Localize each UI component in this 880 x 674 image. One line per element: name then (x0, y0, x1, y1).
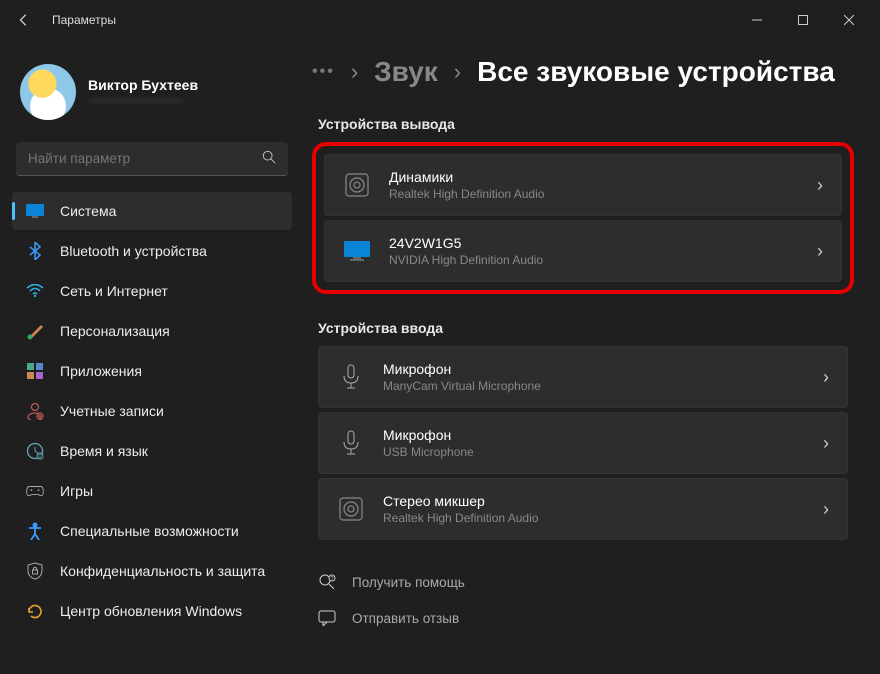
device-subtitle: Realtek High Definition Audio (383, 511, 805, 525)
nav-item-system[interactable]: Система (12, 192, 292, 230)
speaker-icon (343, 171, 371, 199)
update-icon (26, 602, 44, 620)
maximize-button[interactable] (780, 4, 826, 36)
feedback-link[interactable]: Отправить отзыв (318, 600, 848, 636)
nav-item-time[interactable]: 文 Время и язык (12, 432, 292, 470)
nav-label: Система (60, 203, 116, 219)
monitor-icon (343, 237, 371, 265)
chevron-right-icon: › (823, 433, 829, 454)
output-devices-highlight: Динамики Realtek High Definition Audio ›… (312, 142, 854, 294)
speaker-icon (337, 495, 365, 523)
chevron-right-icon: › (817, 241, 823, 262)
avatar (20, 64, 76, 120)
chevron-right-icon: › (817, 175, 823, 196)
chevron-right-icon: › (823, 367, 829, 388)
nav-item-bluetooth[interactable]: Bluetooth и устройства (12, 232, 292, 270)
nav-label: Специальные возможности (60, 523, 239, 539)
profile-block[interactable]: Виктор Бухтеев ———————— (8, 48, 296, 138)
input-section-label: Устройства ввода (318, 320, 848, 336)
gamepad-icon (26, 482, 44, 500)
nav-item-apps[interactable]: Приложения (12, 352, 292, 390)
nav-item-personalization[interactable]: Персонализация (12, 312, 292, 350)
device-subtitle: ManyCam Virtual Microphone (383, 379, 805, 393)
chevron-right-icon: › (454, 59, 461, 85)
breadcrumb-sound[interactable]: Звук (374, 56, 438, 88)
help-label: Получить помощь (352, 575, 465, 590)
nav-item-privacy[interactable]: Конфиденциальность и защита (12, 552, 292, 590)
accounts-icon (26, 402, 44, 420)
search-box[interactable] (16, 142, 288, 176)
device-title: Микрофон (383, 427, 805, 443)
minimize-button[interactable] (734, 4, 780, 36)
device-title: 24V2W1G5 (389, 235, 799, 251)
nav-label: Центр обновления Windows (60, 603, 242, 619)
nav-item-update[interactable]: Центр обновления Windows (12, 592, 292, 630)
clock-icon: 文 (26, 442, 44, 460)
search-icon (262, 150, 276, 167)
microphone-icon (337, 363, 365, 391)
profile-name: Виктор Бухтеев (88, 77, 198, 93)
device-subtitle: Realtek High Definition Audio (389, 187, 799, 201)
window-controls (734, 4, 872, 36)
nav-label: Учетные записи (60, 403, 164, 419)
input-device-stereo-mix[interactable]: Стерео микшер Realtek High Definition Au… (318, 478, 848, 540)
titlebar: Параметры (0, 0, 880, 40)
output-device-monitor[interactable]: 24V2W1G5 NVIDIA High Definition Audio › (324, 220, 842, 282)
nav-label: Игры (60, 483, 93, 499)
nav-list: Система Bluetooth и устройства Сеть и Ин… (8, 190, 296, 632)
shield-icon (26, 562, 44, 580)
close-button[interactable] (826, 4, 872, 36)
breadcrumb-current: Все звуковые устройства (477, 56, 835, 88)
feedback-icon (318, 609, 336, 627)
output-device-speakers[interactable]: Динамики Realtek High Definition Audio › (324, 154, 842, 216)
input-device-mic-manycam[interactable]: Микрофон ManyCam Virtual Microphone › (318, 346, 848, 408)
nav-label: Приложения (60, 363, 142, 379)
nav-label: Время и язык (60, 443, 148, 459)
device-title: Динамики (389, 169, 799, 185)
settings-window: Параметры Виктор Бухтеев ———————— (0, 0, 880, 674)
nav-item-gaming[interactable]: Игры (12, 472, 292, 510)
output-section-label: Устройства вывода (318, 116, 848, 132)
svg-text:?: ? (331, 576, 334, 582)
input-device-mic-usb[interactable]: Микрофон USB Microphone › (318, 412, 848, 474)
get-help-link[interactable]: ? Получить помощь (318, 564, 848, 600)
breadcrumb: ••• › Звук › Все звуковые устройства (312, 56, 854, 88)
nav-item-accessibility[interactable]: Специальные возможности (12, 512, 292, 550)
chevron-right-icon: › (351, 59, 358, 85)
help-icon: ? (318, 573, 336, 591)
device-subtitle: USB Microphone (383, 445, 805, 459)
nav-label: Bluetooth и устройства (60, 243, 207, 259)
feedback-label: Отправить отзыв (352, 611, 459, 626)
nav-item-accounts[interactable]: Учетные записи (12, 392, 292, 430)
back-button[interactable] (8, 4, 40, 36)
apps-icon (26, 362, 44, 380)
nav-label: Персонализация (60, 323, 170, 339)
chevron-right-icon: › (823, 499, 829, 520)
nav-label: Конфиденциальность и защита (60, 563, 265, 579)
breadcrumb-overflow[interactable]: ••• (312, 63, 335, 81)
content-pane: ••• › Звук › Все звуковые устройства Уст… (300, 40, 880, 674)
svg-text:文: 文 (37, 453, 42, 460)
sidebar: Виктор Бухтеев ———————— Система (0, 40, 300, 674)
nav-item-network[interactable]: Сеть и Интернет (12, 272, 292, 310)
microphone-icon (337, 429, 365, 457)
device-title: Стерео микшер (383, 493, 805, 509)
accessibility-icon (26, 522, 44, 540)
wifi-icon (26, 282, 44, 300)
device-title: Микрофон (383, 361, 805, 377)
profile-email: ———————— (88, 93, 198, 107)
system-icon (26, 202, 44, 220)
search-input[interactable] (28, 151, 262, 166)
brush-icon (26, 322, 44, 340)
bluetooth-icon (26, 242, 44, 260)
window-title: Параметры (52, 13, 116, 27)
nav-label: Сеть и Интернет (60, 283, 168, 299)
device-subtitle: NVIDIA High Definition Audio (389, 253, 799, 267)
